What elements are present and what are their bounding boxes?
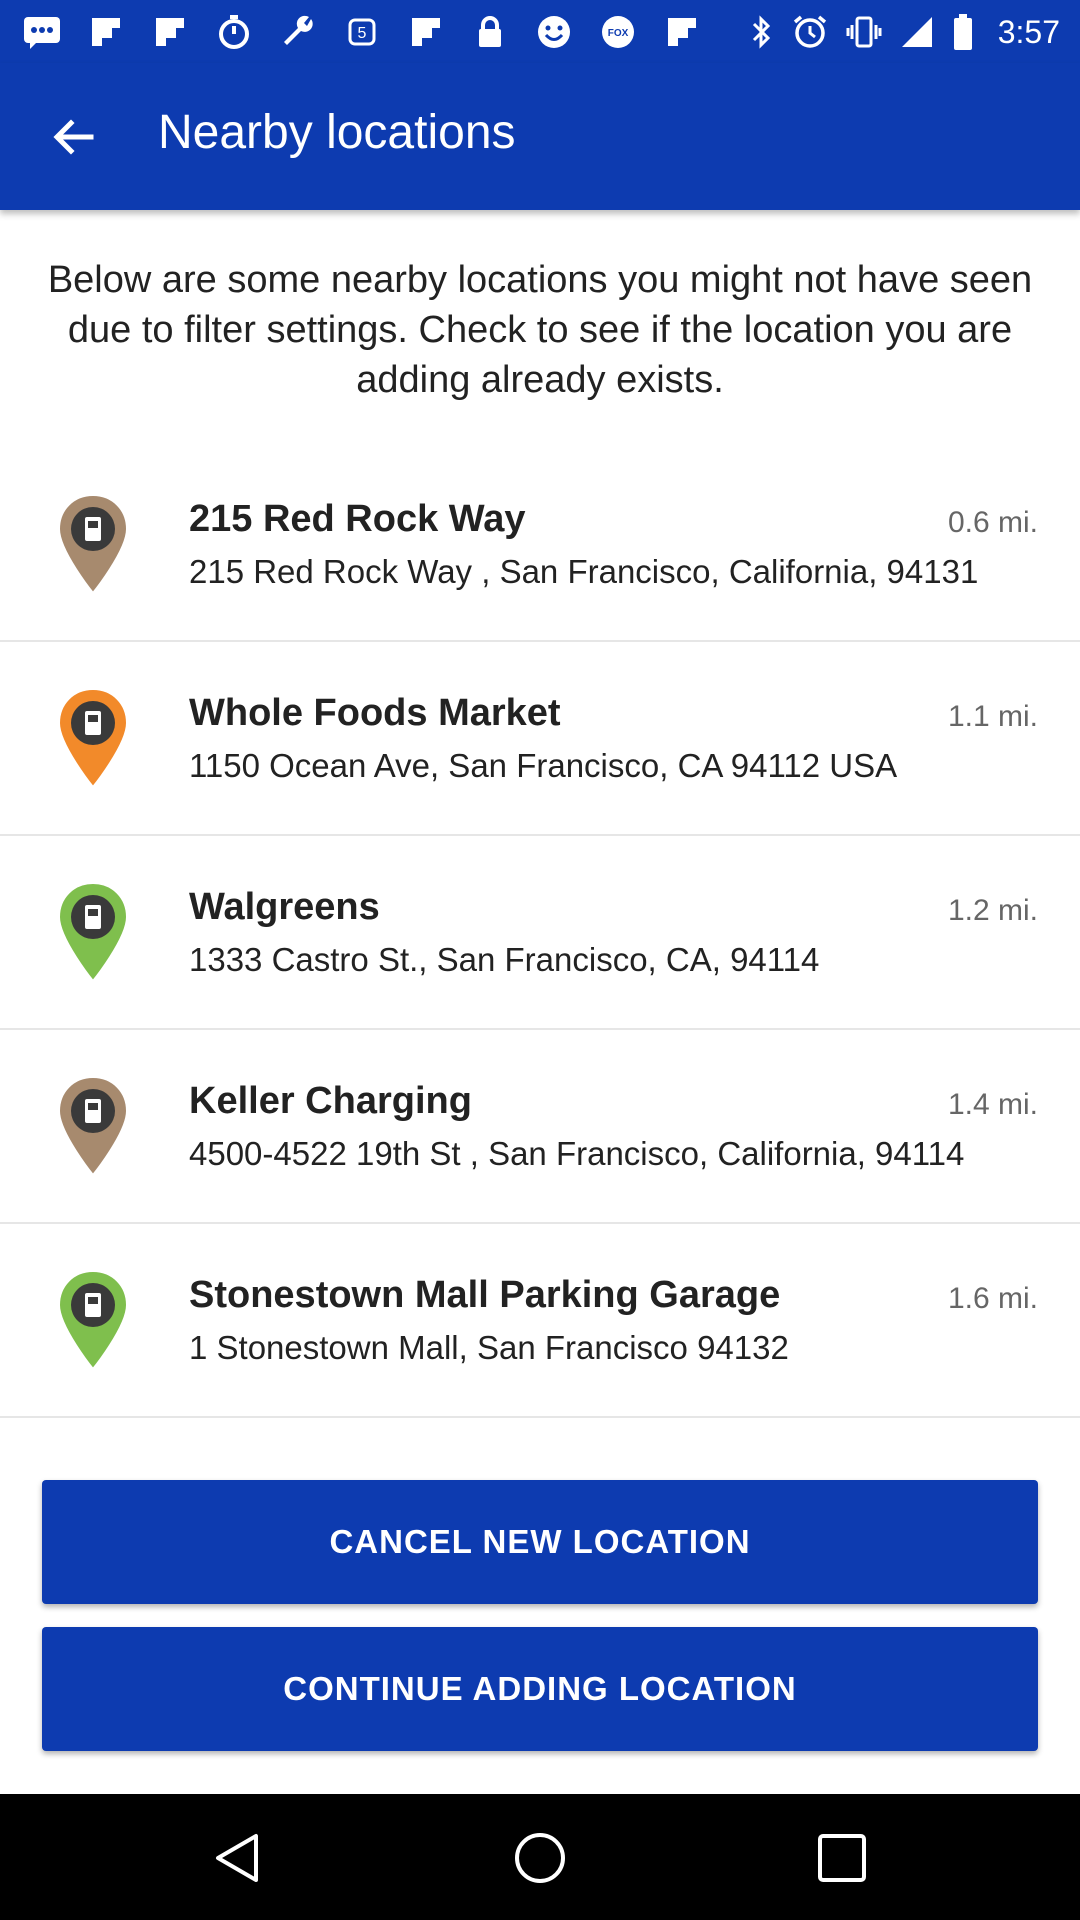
page-title: Nearby locations (158, 106, 516, 159)
location-name: Stonestown Mall Parking Garage (189, 1274, 781, 1316)
bluetooth-icon (750, 14, 774, 50)
location-name: Whole Foods Market (189, 692, 561, 734)
cancel-new-location-button[interactable]: CANCEL NEW LOCATION (42, 1480, 1038, 1604)
battery-icon (952, 13, 974, 51)
flipboard-icon (148, 10, 192, 54)
location-distance: 0.6 mi. (947, 506, 1038, 539)
location-row[interactable]: Whole Foods Market 1.1 mi. 1150 Ocean Av… (0, 642, 1080, 836)
wrench-icon (276, 10, 320, 54)
flipboard-icon (84, 10, 128, 54)
nav-back-icon[interactable] (210, 1830, 266, 1886)
lock-icon (468, 10, 512, 54)
navigation-bar (0, 1794, 1080, 1920)
location-name: Walgreens (189, 886, 380, 928)
continue-adding-location-button[interactable]: CONTINUE ADDING LOCATION (42, 1627, 1038, 1751)
arrow-back-icon (53, 119, 94, 155)
smile-icon (532, 10, 576, 54)
location-name: 215 Red Rock Way (189, 498, 526, 540)
svg-text:5: 5 (358, 25, 367, 42)
location-list: 215 Red Rock Way 0.6 mi. 215 Red Rock Wa… (0, 448, 1080, 1418)
location-row[interactable]: 215 Red Rock Way 0.6 mi. 215 Red Rock Wa… (0, 448, 1080, 642)
app-bar: Nearby locations (0, 63, 1080, 210)
system-status-icons: 3:57 (750, 8, 1060, 56)
back-button[interactable] (38, 107, 108, 167)
vibrate-icon (846, 14, 882, 50)
location-address: 1333 Castro St., San Francisco, CA, 9411… (189, 941, 820, 978)
signal-icon (900, 15, 934, 49)
map-pin-icon (57, 881, 129, 983)
location-distance: 1.4 mi. (947, 1088, 1038, 1121)
location-name: Keller Charging (189, 1080, 472, 1122)
status-time: 3:57 (997, 13, 1060, 50)
location-address: 4500-4522 19th St , San Francisco, Calif… (189, 1135, 965, 1172)
flipboard-icon (660, 10, 704, 54)
svg-text:FOX: FOX (608, 28, 629, 39)
map-pin-icon (57, 1269, 129, 1371)
location-row[interactable]: Stonestown Mall Parking Garage 1.6 mi. 1… (0, 1224, 1080, 1418)
intro-text: Below are some nearby locations you migh… (47, 259, 1033, 401)
location-distance: 1.6 mi. (947, 1282, 1038, 1315)
notification-icons: 5 FOX (20, 8, 704, 56)
chat-icon (20, 10, 64, 54)
status-bar: 5 FOX 3:57 (0, 0, 1080, 63)
nav-recents-icon[interactable] (814, 1830, 870, 1886)
location-distance: 1.1 mi. (947, 700, 1038, 733)
map-pin-icon (57, 687, 129, 789)
location-distance: 1.2 mi. (947, 894, 1038, 927)
location-row[interactable]: Keller Charging 1.4 mi. 4500-4522 19th S… (0, 1030, 1080, 1224)
location-address: 1150 Ocean Ave, San Francisco, CA 94112 … (189, 747, 898, 784)
square-icon: 5 (340, 10, 384, 54)
flipboard-icon (404, 10, 448, 54)
location-row[interactable]: Walgreens 1.2 mi. 1333 Castro St., San F… (0, 836, 1080, 1030)
fox-sports-icon: FOX (596, 10, 640, 54)
map-pin-icon (57, 493, 129, 595)
location-address: 1 Stonestown Mall, San Francisco 94132 (189, 1329, 789, 1366)
location-address: 215 Red Rock Way , San Francisco, Califo… (189, 553, 979, 590)
map-pin-icon (57, 1075, 129, 1177)
nav-home-icon[interactable] (512, 1830, 568, 1886)
timer-icon (212, 10, 256, 54)
alarm-icon (792, 14, 828, 50)
